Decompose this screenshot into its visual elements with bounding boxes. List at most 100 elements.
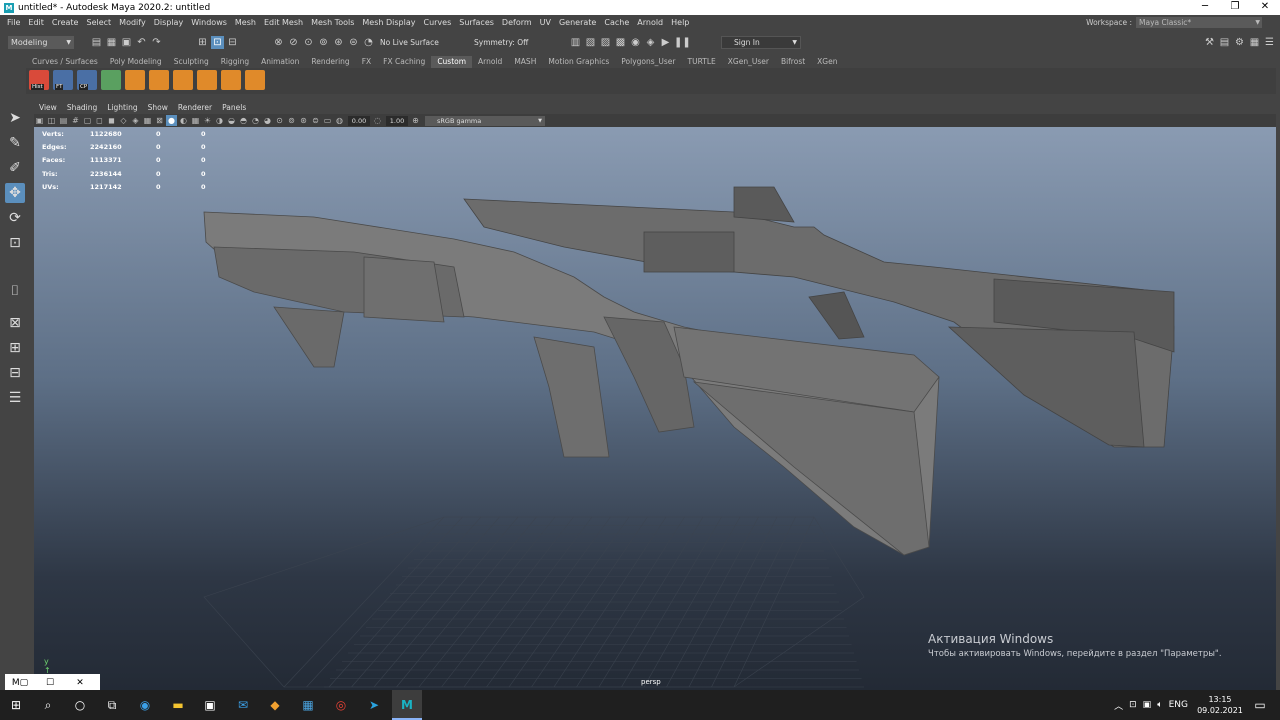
lights-icon[interactable]: ☀ [202, 115, 213, 126]
select-object-icon[interactable]: ⊡ [211, 36, 224, 49]
field-chart-icon[interactable]: ◇ [118, 115, 129, 126]
menu-uv[interactable]: UV [536, 18, 555, 27]
camera-attributes-icon[interactable]: ▣ [34, 115, 45, 126]
exposure-icon[interactable]: ◍ [334, 115, 345, 126]
tray-overflow-icon[interactable]: ︿ [1114, 699, 1123, 712]
freeze-transform-icon[interactable]: FT [53, 70, 73, 90]
symmetry-label[interactable]: Symmetry: Off [474, 36, 528, 49]
menu-mesh[interactable]: Mesh [231, 18, 260, 27]
depth-of-field-icon[interactable]: ◕ [262, 115, 273, 126]
shelf-tab-mash[interactable]: MASH [508, 56, 542, 68]
panel-menu-shading[interactable]: Shading [62, 102, 102, 114]
shelf-tab-fx[interactable]: FX [356, 56, 377, 68]
volume-icon[interactable]: 🔈︎ [1157, 700, 1162, 710]
live-surface-label[interactable]: No Live Surface [380, 36, 439, 49]
perspective-viewport[interactable]: Verts: 1122680 0 0 Edges: 2242160 0 0 Faces: 1113… [34, 127, 1276, 690]
menu-help[interactable]: Help [667, 18, 693, 27]
select-tool-icon[interactable]: ➤ [5, 108, 25, 128]
shelf-tab-sculpting[interactable]: Sculpting [168, 56, 215, 68]
poly-extrude-icon[interactable] [149, 70, 169, 90]
panel-menu-view[interactable]: View [34, 102, 62, 114]
menu-modify[interactable]: Modify [115, 18, 150, 27]
color-management-icon[interactable]: ⊕ [410, 115, 421, 126]
sign-in-dropdown[interactable]: Sign In [721, 36, 801, 49]
redo-icon[interactable]: ↷ [150, 36, 163, 49]
shelf-tab-fx-caching[interactable]: FX Caching [377, 56, 431, 68]
shelf-tab-polygons-user[interactable]: Polygons_User [615, 56, 681, 68]
panel-menu-lighting[interactable]: Lighting [102, 102, 142, 114]
menu-surfaces[interactable]: Surfaces [455, 18, 498, 27]
shelf-tab-motion-graphics[interactable]: Motion Graphics [542, 56, 615, 68]
render-view-icon[interactable]: ▥ [569, 36, 582, 49]
undo-icon[interactable]: ↶ [135, 36, 148, 49]
snap-live-icon[interactable]: ⊜ [347, 36, 360, 49]
channel-box-icon[interactable]: ▦ [1248, 36, 1261, 49]
arnold-ipr-icon[interactable]: ▶ [659, 36, 672, 49]
outliner-icon[interactable]: ☰ [1263, 36, 1276, 49]
shelf-tab-animation[interactable]: Animation [255, 56, 305, 68]
app-tray-icon[interactable]: ▣ [1143, 700, 1152, 710]
film-gate-icon[interactable]: ▢ [82, 115, 93, 126]
motion-blur-icon[interactable]: ◓ [238, 115, 249, 126]
poly-separate-icon[interactable] [221, 70, 241, 90]
render-current-icon[interactable]: ▧ [584, 36, 597, 49]
network-icon[interactable]: ⊡ [1129, 700, 1137, 710]
shadows-icon[interactable]: ◑ [214, 115, 225, 126]
bookmark-icon[interactable]: ◫ [46, 115, 57, 126]
tool-settings-icon[interactable]: ⚙ [1233, 36, 1246, 49]
magnet-icon[interactable]: ◔ [362, 36, 375, 49]
four-view-icon[interactable]: ⊞ [5, 338, 25, 358]
microsoft-store-icon[interactable]: ▣ [200, 695, 220, 715]
panel-menu-panels[interactable]: Panels [217, 102, 251, 114]
menu-mesh-tools[interactable]: Mesh Tools [307, 18, 358, 27]
hud-toggle-icon[interactable]: ▭ [322, 115, 333, 126]
chrome-icon[interactable]: ◎ [331, 695, 351, 715]
poly-cube-icon[interactable] [245, 70, 265, 90]
menu-file[interactable]: File [3, 18, 24, 27]
image-plane-icon[interactable]: ▤ [58, 115, 69, 126]
menu-generate[interactable]: Generate [555, 18, 600, 27]
single-view-icon[interactable]: ⊠ [5, 313, 25, 333]
attribute-editor-icon[interactable]: ▤ [1218, 36, 1231, 49]
snap-surface-icon[interactable]: ⊛ [332, 36, 345, 49]
wireframe-icon[interactable]: ⊠ [154, 115, 165, 126]
save-scene-icon[interactable]: ▣ [120, 36, 133, 49]
menu-edit-mesh[interactable]: Edit Mesh [260, 18, 307, 27]
shelf-tab-custom[interactable]: Custom [431, 56, 473, 68]
paint-select-tool-icon[interactable]: ✐ [5, 158, 25, 178]
select-component-icon[interactable]: ⊟ [226, 36, 239, 49]
smooth-shade-icon[interactable]: ● [166, 115, 177, 126]
shelf-tab-xgen-user[interactable]: XGen_User [722, 56, 775, 68]
maximize-button[interactable]: ❐ [1220, 0, 1250, 15]
maya-taskbar-icon[interactable]: M [397, 695, 417, 715]
workspace-dropdown[interactable]: Maya Classic* [1136, 17, 1262, 28]
hist-icon[interactable]: Hist [29, 70, 49, 90]
snap-point-icon[interactable]: ⊙ [302, 36, 315, 49]
xray-icon[interactable]: ⊚ [286, 115, 297, 126]
textured-icon[interactable]: ▦ [190, 115, 201, 126]
pause-icon[interactable]: ❚❚ [674, 36, 691, 49]
new-scene-icon[interactable]: ▤ [90, 36, 103, 49]
shelf-tab-rendering[interactable]: Rendering [305, 56, 355, 68]
lasso-tool-icon[interactable]: ✎ [5, 133, 25, 153]
ambient-occlusion-icon[interactable]: ◒ [226, 115, 237, 126]
mini-restore-icon[interactable]: ☐ [35, 678, 65, 688]
gamma-field[interactable]: 1.00 [386, 115, 408, 126]
safe-title-icon[interactable]: ▦ [142, 115, 153, 126]
outliner-layout-icon[interactable]: ☰ [5, 388, 25, 408]
shelf-tab-xgen[interactable]: XGen [811, 56, 843, 68]
mail-icon[interactable]: ✉ [233, 695, 253, 715]
language-indicator[interactable]: ENG [1169, 700, 1188, 710]
shelf-tab-bifrost[interactable]: Bifrost [775, 56, 811, 68]
shelf-tab-rigging[interactable]: Rigging [215, 56, 255, 68]
mini-close-icon[interactable]: ✕ [65, 678, 95, 688]
minimize-button[interactable]: ─ [1190, 0, 1220, 15]
render-settings-icon[interactable]: ▩ [614, 36, 627, 49]
notification-icon[interactable]: ▭ [1252, 697, 1268, 713]
xray-joints-icon[interactable]: ⊛ [298, 115, 309, 126]
3d-app-icon[interactable]: ◆ [265, 695, 285, 715]
select-hierarchy-icon[interactable]: ⊞ [196, 36, 209, 49]
gate-mask-icon[interactable]: ◼ [106, 115, 117, 126]
snap-grid-icon[interactable]: ⊗ [272, 36, 285, 49]
move-tool-icon[interactable]: ✥ [5, 183, 25, 203]
